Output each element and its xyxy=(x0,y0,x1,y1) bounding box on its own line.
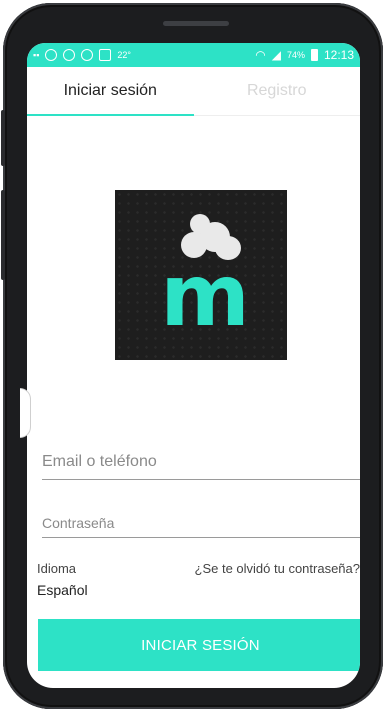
app-logo: m xyxy=(115,190,287,360)
edge-panel-handle[interactable] xyxy=(20,388,31,438)
email-field[interactable]: Email o teléfono xyxy=(42,453,360,480)
app-screen: ▪▪ 22° ◠ ◢ 74% 12:13 Iniciar sesión Regi… xyxy=(27,43,360,688)
tab-registro[interactable]: Registro xyxy=(194,67,361,115)
login-button[interactable]: INICIAR SESIÓN xyxy=(38,619,360,671)
language-label: Idioma xyxy=(37,561,77,576)
logo-letter: m xyxy=(160,246,250,346)
tab-iniciar-sesion[interactable]: Iniciar sesión xyxy=(27,67,194,115)
status-bar: ▪▪ 22° ◠ ◢ 74% 12:13 xyxy=(27,43,360,67)
speaker-grille xyxy=(163,21,229,26)
password-field[interactable]: Contraseña xyxy=(42,515,360,538)
bixby-button xyxy=(1,190,5,280)
volume-button xyxy=(1,110,5,166)
language-selector[interactable]: Español xyxy=(37,582,88,598)
battery-percent: 74% xyxy=(286,50,305,60)
wifi-icon: ◠ xyxy=(255,48,266,62)
email-notification-icon xyxy=(45,49,58,61)
clock: 12:13 xyxy=(323,48,354,62)
check-notification-icon xyxy=(81,49,94,61)
messenger-notification-icon xyxy=(63,49,76,61)
signal-icon: ▪▪ xyxy=(33,50,40,60)
photo-notification-icon xyxy=(99,49,112,61)
battery-icon xyxy=(310,49,318,61)
auth-tabs: Iniciar sesión Registro xyxy=(27,67,360,116)
forgot-password-link[interactable]: ¿Se te olvidó tu contraseña? xyxy=(195,561,361,576)
active-tab-indicator xyxy=(27,114,194,116)
cell-signal-icon: ◢ xyxy=(271,48,281,62)
temperature: 22° xyxy=(117,50,132,60)
